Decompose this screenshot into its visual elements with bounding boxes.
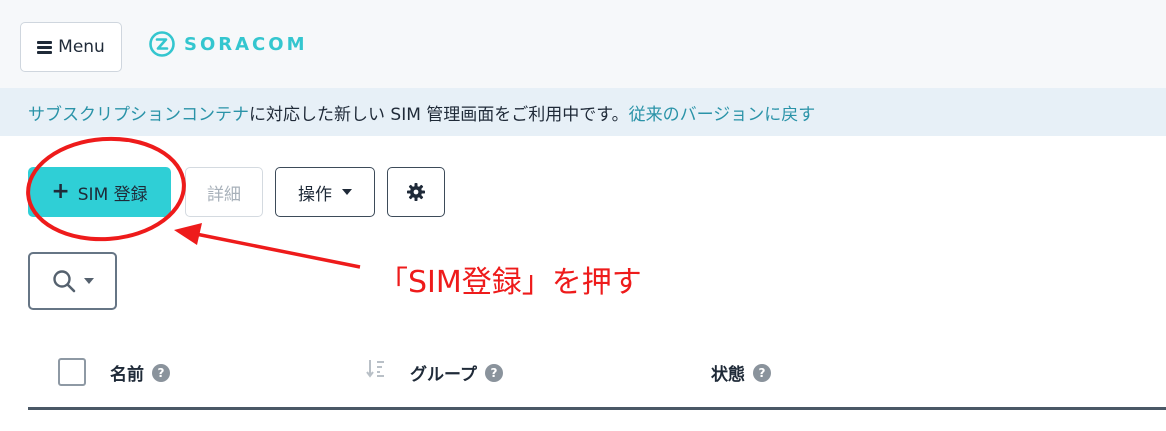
settings-button[interactable] — [387, 167, 445, 217]
search-icon — [52, 270, 75, 293]
caret-down-icon — [83, 278, 94, 284]
sim-register-button[interactable]: + SIM 登録 — [28, 167, 171, 217]
notice-bar: サブスクリプションコンテナ に対応した新しい SIM 管理画面をご利用中です。 … — [0, 88, 1166, 136]
gear-icon — [407, 183, 425, 201]
sim-register-label: SIM 登録 — [77, 184, 148, 205]
top-header: Menu SORACOM — [0, 0, 1166, 88]
column-header-group[interactable]: グループ ? — [410, 360, 503, 385]
question-icon[interactable]: ? — [753, 363, 771, 382]
operations-label: 操作 — [298, 184, 332, 205]
annotation-text: 「SIM登録」を押す — [378, 265, 642, 300]
soracom-logo-icon — [149, 31, 175, 57]
column-header-name[interactable]: 名前 ? — [110, 360, 170, 385]
caret-down-icon — [342, 189, 352, 195]
notice-message: に対応した新しい SIM 管理画面をご利用中です。 — [249, 104, 629, 125]
table-header: 名前 ? グループ ? 状態 ? — [28, 346, 1166, 408]
plus-icon: + — [51, 179, 70, 204]
menu-button[interactable]: Menu — [20, 22, 122, 72]
select-all-checkbox[interactable] — [58, 358, 86, 386]
detail-label: 詳細 — [207, 184, 241, 205]
table-header-divider — [28, 407, 1166, 410]
question-icon[interactable]: ? — [484, 363, 503, 382]
menu-label: Menu — [58, 37, 105, 57]
sort-icon[interactable] — [366, 358, 388, 380]
operations-dropdown-button[interactable]: 操作 — [275, 167, 375, 217]
revert-version-link[interactable]: 従来のバージョンに戻す — [629, 100, 816, 125]
subscription-container-link[interactable]: サブスクリプションコンテナ — [28, 100, 249, 125]
search-dropdown-button[interactable] — [28, 252, 117, 310]
column-label: 状態 — [711, 365, 745, 385]
column-label: 名前 — [110, 365, 144, 385]
brand-name: SORACOM — [184, 33, 308, 55]
soracom-logo[interactable]: SORACOM — [148, 30, 307, 58]
detail-button[interactable]: 詳細 — [185, 167, 263, 217]
column-header-status[interactable]: 状態 ? — [711, 360, 771, 385]
question-icon[interactable]: ? — [152, 363, 170, 382]
hamburger-icon — [37, 40, 53, 54]
column-label: グループ — [410, 365, 477, 385]
